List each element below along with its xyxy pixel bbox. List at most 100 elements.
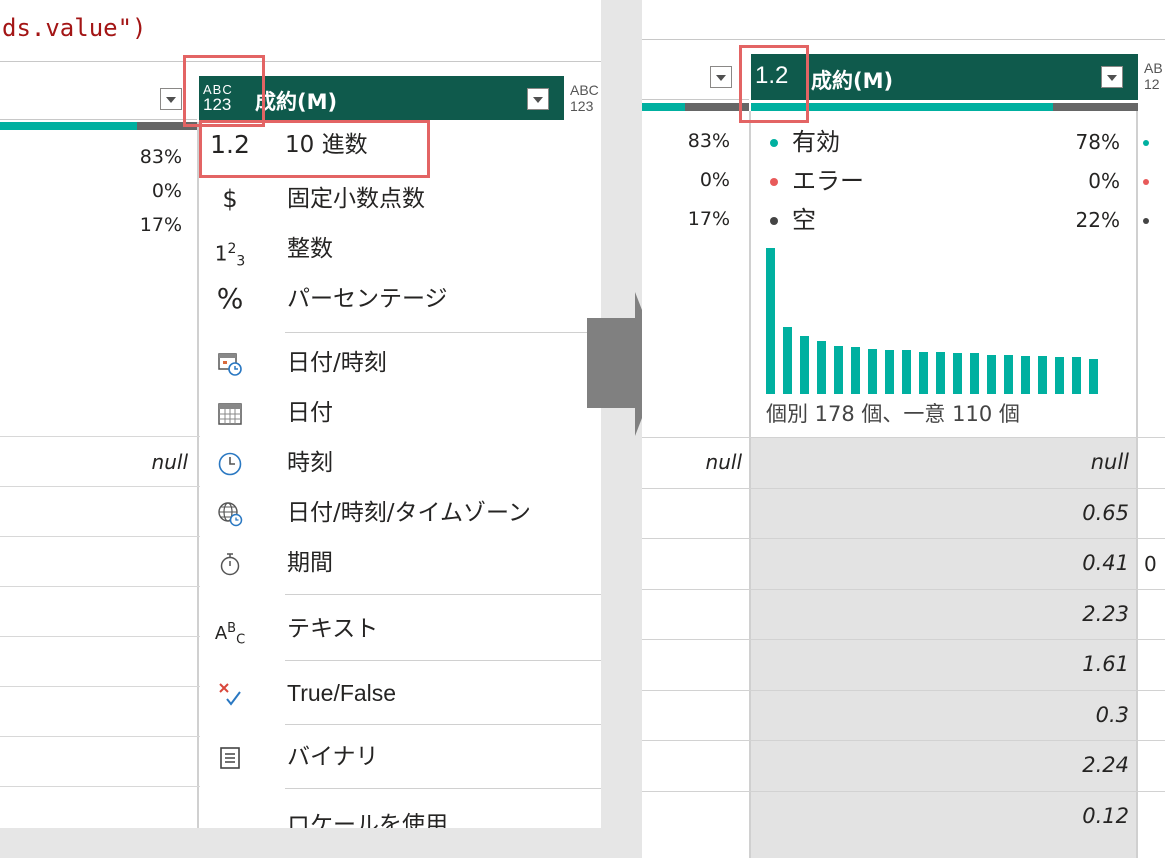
histogram-bar[interactable] bbox=[1038, 356, 1047, 394]
menu-separator bbox=[285, 788, 601, 789]
histogram-bar[interactable] bbox=[970, 353, 979, 394]
highlight-box-type-icon bbox=[739, 45, 809, 123]
histogram-bar[interactable] bbox=[766, 248, 775, 394]
any-type-icon: ABC 123 bbox=[570, 82, 599, 114]
cell-value[interactable]: 0.65 bbox=[751, 488, 1129, 539]
menu-item-whole-number[interactable]: 123 整数 bbox=[201, 226, 601, 272]
column-filter-button[interactable] bbox=[1101, 66, 1123, 88]
next-column-header[interactable]: ABC 123 bbox=[566, 76, 601, 120]
histogram-bar[interactable] bbox=[1072, 357, 1081, 394]
histogram-bar[interactable] bbox=[1021, 356, 1030, 394]
prev-column-header[interactable] bbox=[0, 76, 197, 120]
empty-pct: 17% bbox=[139, 214, 182, 236]
formula-bar[interactable] bbox=[642, 0, 1165, 40]
histogram-bar[interactable] bbox=[1004, 355, 1013, 394]
highlight-box-type-icon bbox=[183, 55, 265, 127]
menu-item-percentage[interactable]: % パーセンテージ bbox=[201, 276, 601, 322]
column-filter-button[interactable] bbox=[527, 88, 549, 110]
menu-separator bbox=[285, 724, 601, 725]
cell-value[interactable]: 0.12 bbox=[751, 791, 1129, 842]
true-false-icon bbox=[201, 670, 259, 716]
next-column-header[interactable]: AB 12 bbox=[1140, 54, 1165, 100]
right-panel: 1.2 成約(M) AB 12 83% 0% 17% 有効 78% エラー 0%… bbox=[642, 0, 1165, 858]
histogram-bar[interactable] bbox=[919, 352, 928, 394]
cell-value[interactable]: 2.23 bbox=[751, 589, 1129, 640]
column-filter-button[interactable] bbox=[160, 88, 182, 110]
left-panel: ds.value") ABC 123 成約(M) ABC 123 83% 0% … bbox=[0, 0, 601, 828]
data-rows bbox=[0, 436, 200, 828]
cell-value[interactable]: 2.24 bbox=[751, 740, 1129, 791]
column-quality-legend: 有効 78% エラー 0% 空 22% bbox=[770, 126, 1120, 243]
legend-empty: 空 22% bbox=[770, 204, 1120, 243]
menu-item-date[interactable]: 日付 bbox=[201, 390, 601, 436]
cell-value[interactable]: 0.3 bbox=[751, 690, 1129, 741]
arrow-right-icon bbox=[587, 318, 635, 408]
histogram-bar[interactable] bbox=[868, 349, 877, 394]
stopwatch-icon bbox=[201, 540, 259, 586]
histogram-bar[interactable] bbox=[936, 352, 945, 394]
legend-valid: 有効 78% bbox=[770, 126, 1120, 165]
menu-item-binary[interactable]: バイナリ bbox=[201, 734, 601, 780]
clock-icon bbox=[201, 440, 259, 486]
percent-icon: % bbox=[216, 282, 244, 315]
cell-value[interactable]: 1.61 bbox=[751, 639, 1129, 690]
menu-separator bbox=[285, 594, 601, 595]
cell-null: null bbox=[705, 450, 742, 474]
menu-item-duration[interactable]: 期間 bbox=[201, 540, 601, 586]
empty-dot-icon bbox=[770, 217, 778, 225]
calendar-icon bbox=[201, 390, 259, 436]
table-row bbox=[0, 786, 200, 828]
prev-column-header[interactable] bbox=[642, 54, 749, 100]
histogram-bar[interactable] bbox=[953, 353, 962, 394]
histogram-bar[interactable] bbox=[783, 327, 792, 394]
histogram-bar[interactable] bbox=[800, 336, 809, 394]
formula-text: ds.value") bbox=[2, 14, 147, 42]
cell-value[interactable]: null bbox=[751, 437, 1129, 488]
text-type-icon: ABC bbox=[214, 621, 246, 648]
data-type-menu: 1.2 10 進数 $ 固定小数点数 123 整数 % パーセンテージ 日付/時… bbox=[201, 120, 601, 828]
menu-item-time[interactable]: 時刻 bbox=[201, 440, 601, 486]
next-valid-dot-icon bbox=[1143, 140, 1149, 146]
table-row bbox=[0, 486, 200, 536]
value-distribution-histogram bbox=[766, 244, 1116, 394]
histogram-bar[interactable] bbox=[987, 355, 996, 394]
error-dot-icon bbox=[770, 178, 778, 186]
dollar-icon: $ bbox=[222, 185, 238, 213]
menu-item-fixed-decimal[interactable]: $ 固定小数点数 bbox=[201, 176, 601, 222]
binary-icon bbox=[201, 734, 259, 780]
histogram-bar[interactable] bbox=[885, 350, 894, 394]
quality-bar-valid bbox=[0, 122, 137, 130]
column-quality-stats: 83% 0% 17% bbox=[110, 146, 182, 248]
datetime-icon bbox=[201, 340, 259, 386]
histogram-bar[interactable] bbox=[817, 341, 826, 394]
histogram-bar[interactable] bbox=[851, 347, 860, 394]
cell-value[interactable]: 0.41 bbox=[751, 538, 1129, 589]
next-cell-value: 0 bbox=[1144, 552, 1157, 576]
column-filter-button[interactable] bbox=[710, 66, 732, 88]
table-row bbox=[0, 586, 200, 636]
whole-number-icon: 123 bbox=[214, 241, 246, 270]
histogram-bar[interactable] bbox=[834, 346, 843, 394]
next-error-dot-icon bbox=[1143, 179, 1149, 185]
highlight-box-decimal bbox=[199, 120, 430, 178]
distinct-count-text: 個別 178 個、一意 110 個 bbox=[766, 402, 1020, 426]
menu-item-true-false[interactable]: True/False bbox=[201, 670, 601, 716]
menu-item-datetime[interactable]: 日付/時刻 bbox=[201, 340, 601, 386]
histogram-bar[interactable] bbox=[902, 350, 911, 394]
selected-column-header[interactable]: 1.2 成約(M) bbox=[751, 54, 1138, 100]
menu-item-use-locale[interactable]: ロケールを使用... bbox=[201, 802, 601, 828]
globe-clock-icon bbox=[201, 490, 259, 536]
column-values: null 0.65 0.41 2.23 1.61 0.3 2.24 0.12 bbox=[751, 437, 1129, 841]
table-row bbox=[0, 686, 200, 736]
cell-null: null bbox=[151, 450, 188, 474]
table-row bbox=[0, 636, 200, 686]
menu-item-text[interactable]: ABC テキスト bbox=[201, 606, 601, 652]
error-pct: 0% bbox=[151, 180, 182, 202]
column-name: 成約(M) bbox=[255, 90, 338, 114]
histogram-bar[interactable] bbox=[1089, 359, 1098, 394]
formula-bar[interactable]: ds.value") bbox=[0, 0, 601, 62]
histogram-bar[interactable] bbox=[1055, 357, 1064, 394]
menu-item-datetime-zone[interactable]: 日付/時刻/タイムゾーン bbox=[201, 490, 601, 536]
menu-separator bbox=[285, 660, 601, 661]
table-row bbox=[0, 736, 200, 786]
